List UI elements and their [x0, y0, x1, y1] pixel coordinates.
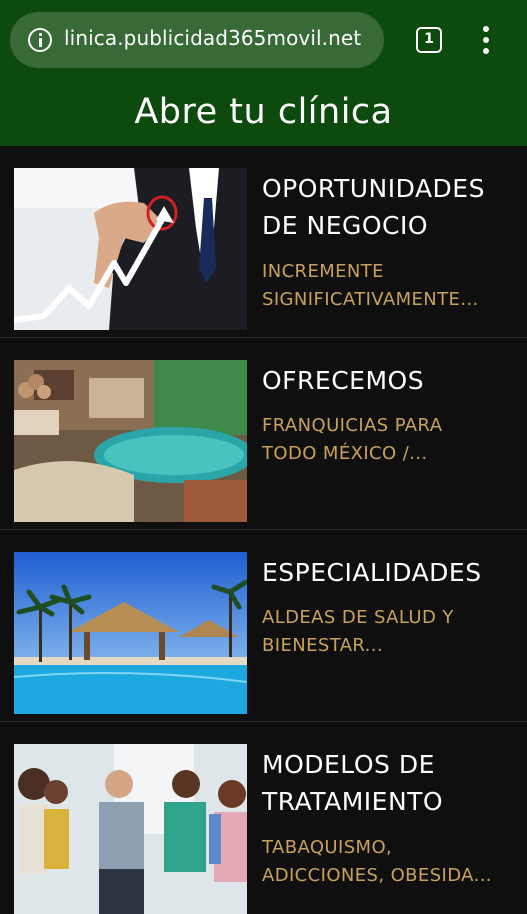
card-description: FRANQUICIAS PARA TODO MÉXICO /... [262, 415, 443, 464]
url-text[interactable]: linica.publicidad365movil.net [64, 26, 361, 50]
business-growth-image[interactable] [14, 168, 247, 330]
card-title[interactable]: OFRECEMOS [262, 362, 520, 399]
list-item[interactable]: ESPECIALIDADES ALDEAS DE SALUD Y BIENEST… [0, 530, 527, 722]
group-therapy-image[interactable] [14, 744, 247, 914]
card-title[interactable]: MODELOS DE TRATAMIENTO [262, 746, 520, 820]
card-title[interactable]: ESPECIALIDADES [262, 554, 520, 591]
list-item[interactable]: OPORTUNIDADES DE NEGOCIO INCREMENTE SIGN… [0, 146, 527, 338]
spa-pool-image[interactable] [14, 360, 247, 522]
card-description: INCREMENTE SIGNIFICATIVAMENTE... [262, 261, 479, 310]
info-icon[interactable] [28, 28, 52, 52]
list-item[interactable]: MODELOS DE TRATAMIENTO TABAQUISMO, ADICC… [0, 722, 527, 914]
card-title[interactable]: OPORTUNIDADES DE NEGOCIO [262, 170, 520, 244]
list-item[interactable]: OFRECEMOS FRANQUICIAS PARA TODO MÉXICO /… [0, 338, 527, 530]
overflow-menu-icon[interactable] [480, 26, 492, 54]
resort-pool-image[interactable] [14, 552, 247, 714]
card-description: TABAQUISMO, ADICCIONES, OBESIDA... [262, 837, 492, 886]
card-description: ALDEAS DE SALUD Y BIENESTAR... [262, 607, 454, 656]
tab-switcher-button[interactable]: 1 [416, 27, 442, 53]
page-title: Abre tu clínica [134, 92, 393, 132]
